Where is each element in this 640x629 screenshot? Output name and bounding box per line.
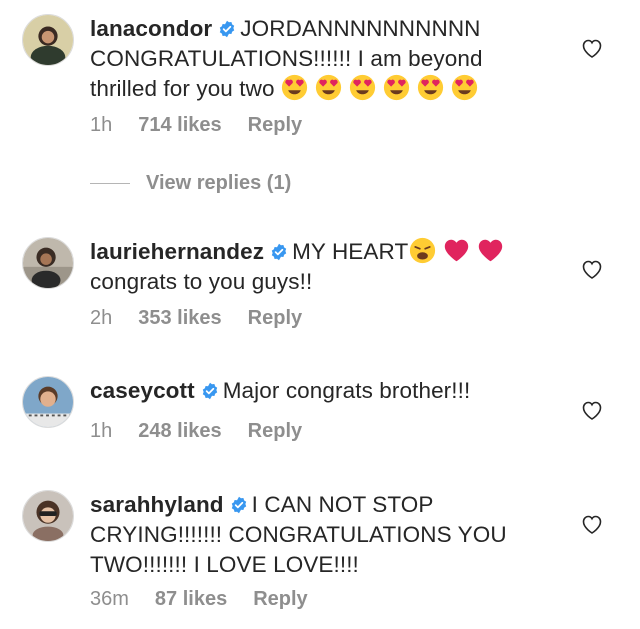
reply-button[interactable]: Reply: [248, 307, 302, 329]
reply-button[interactable]: Reply: [253, 588, 307, 610]
username[interactable]: lanacondor: [90, 16, 212, 41]
heart-eyes-emoji: [383, 74, 410, 101]
red-heart-emoji: [443, 237, 470, 264]
heart-eyes-emoji: [451, 74, 478, 101]
username[interactable]: sarahhyland: [90, 492, 224, 517]
comment-time: 1h: [90, 420, 113, 442]
verified-badge-icon: [230, 496, 248, 514]
heart-outline-icon[interactable]: [580, 512, 604, 536]
divider: [90, 183, 130, 185]
heart-outline-icon[interactable]: [580, 398, 604, 422]
likes-count[interactable]: 248 likes: [138, 420, 221, 442]
heart-eyes-emoji: [349, 74, 376, 101]
avatar[interactable]: [22, 376, 74, 428]
verified-badge-icon: [201, 382, 219, 400]
comment-time: 36m: [90, 588, 129, 610]
reply-button[interactable]: Reply: [248, 420, 302, 442]
heart-eyes-emoji: [315, 74, 342, 101]
heart-outline-icon[interactable]: [580, 36, 604, 60]
comment-meta: 2h 353 likes Reply: [90, 307, 328, 330]
view-replies-label[interactable]: View replies (1): [146, 172, 291, 194]
comment-line: thrilled for you two: [90, 76, 275, 101]
comment-meta: 1h 248 likes Reply: [90, 420, 328, 443]
comment-line: congrats to you guys!!: [90, 269, 313, 294]
reply-button[interactable]: Reply: [248, 114, 302, 136]
comment-line: MY HEART: [292, 239, 409, 264]
comment-line: TWO!!!!!!! I LOVE LOVE!!!!: [90, 552, 359, 577]
comment-text: lauriehernandez MY HEART congrats to you …: [90, 237, 560, 297]
avatar[interactable]: [22, 490, 74, 542]
comment-line: I CAN NOT STOP: [251, 492, 434, 517]
avatar[interactable]: [22, 237, 74, 289]
comment-line: CONGRATULATIONS!!!!!! I am beyond: [90, 46, 483, 71]
comment-line: Major congrats brother!!!: [222, 378, 471, 403]
comment-text: sarahhyland I CAN NOT STOP CRYING!!!!!!! …: [90, 490, 560, 580]
avatar[interactable]: [22, 14, 74, 66]
comment-text: caseycott Major congrats brother!!!: [90, 376, 560, 406]
view-replies[interactable]: View replies (1): [90, 172, 291, 195]
verified-badge-icon: [270, 243, 288, 261]
username[interactable]: lauriehernandez: [90, 239, 264, 264]
likes-count[interactable]: 714 likes: [138, 114, 221, 136]
comment-time: 1h: [90, 114, 113, 136]
likes-count[interactable]: 87 likes: [155, 588, 227, 610]
weary-face-emoji: [409, 237, 436, 264]
red-heart-emoji: [477, 237, 504, 264]
comment-time: 2h: [90, 307, 113, 329]
comment-text: lanacondor JORDANNNNNNNNNN CONGRATULATION…: [90, 14, 560, 104]
likes-count[interactable]: 353 likes: [138, 307, 221, 329]
comment-line: JORDANNNNNNNNNN: [240, 16, 481, 41]
comment-meta: 36m 87 likes Reply: [90, 588, 334, 611]
heart-outline-icon[interactable]: [580, 257, 604, 281]
heart-eyes-emoji: [417, 74, 444, 101]
comment-meta: 1h 714 likes Reply: [90, 114, 328, 137]
verified-badge-icon: [218, 20, 236, 38]
username[interactable]: caseycott: [90, 378, 195, 403]
heart-eyes-emoji: [281, 74, 308, 101]
comment-line: CRYING!!!!!!! CONGRATULATIONS YOU: [90, 522, 507, 547]
